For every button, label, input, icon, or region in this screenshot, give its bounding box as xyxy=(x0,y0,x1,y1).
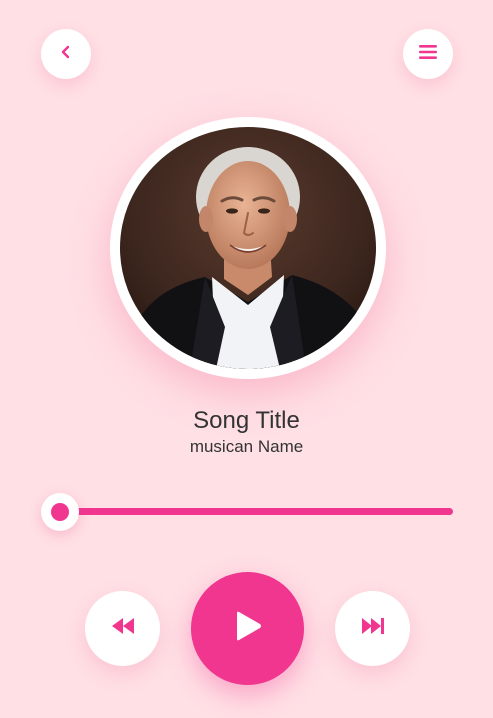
progress-bar[interactable] xyxy=(55,508,453,515)
hamburger-menu-icon xyxy=(419,44,437,65)
musician-name: musican Name xyxy=(189,437,304,456)
progress-thumb-dot xyxy=(51,503,69,521)
fast-forward-button[interactable] xyxy=(335,591,410,666)
play-icon xyxy=(234,611,262,646)
back-button[interactable] xyxy=(41,29,91,79)
menu-button[interactable] xyxy=(403,29,453,79)
rewind-button[interactable] xyxy=(85,591,160,666)
play-button[interactable] xyxy=(191,572,304,685)
song-title: Song Title xyxy=(193,407,300,434)
chevron-left-icon xyxy=(59,45,73,64)
album-art-frame xyxy=(110,117,386,379)
progress-thumb[interactable] xyxy=(41,493,79,531)
rewind-icon xyxy=(111,617,135,640)
fast-forward-icon xyxy=(361,617,385,640)
album-art-image xyxy=(120,127,376,369)
